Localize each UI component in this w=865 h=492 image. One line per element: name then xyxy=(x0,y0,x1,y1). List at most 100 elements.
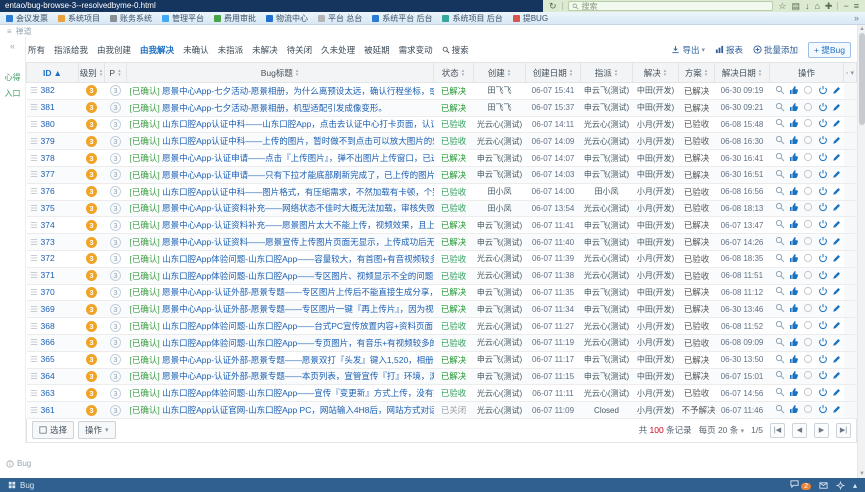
activate-icon[interactable] xyxy=(817,202,828,214)
filter-tab-指派给我[interactable]: 指派给我 xyxy=(54,44,88,56)
table-row[interactable]: 378 3 3 [已确认] 愿景中心App-认证申请——点击『上传图片』，弹不出… xyxy=(27,150,857,167)
edit-icon[interactable] xyxy=(831,370,842,382)
view-icon[interactable] xyxy=(774,320,785,332)
bug-id-link[interactable]: 378 xyxy=(41,153,55,163)
bug-title-link[interactable]: [已确认] 山东口腔App认证中科——图片格式，有压缩需求，不然加载有卡顿，个别… xyxy=(130,187,434,197)
confirm-icon[interactable] xyxy=(788,286,799,298)
batch-action-dropdown[interactable]: 操作▾ xyxy=(78,421,116,439)
per-page-select[interactable]: 每页 20 条 ▾ xyxy=(699,424,745,436)
edit-icon[interactable] xyxy=(831,118,842,130)
table-row[interactable]: 372 3 3 [已确认] 山东口腔App体验问题-山东口腔App——容量较大，… xyxy=(27,250,857,267)
view-icon[interactable] xyxy=(774,337,785,349)
bug-id-link[interactable]: 379 xyxy=(41,136,55,146)
table-row[interactable]: 363 3 3 [已确认] 山东口腔App体验问题-山东口腔App——宣传『变更… xyxy=(27,385,857,402)
bug-title-link[interactable]: [已确认] 愿景中心App-认证外部-愿景专题——专区图片上传后不能直接生成分享… xyxy=(130,287,434,297)
bug-title-link[interactable]: [已确认] 愿景中心App-认证资料补充——网络状态不佳时大概无法加载，审核失败… xyxy=(130,203,434,213)
confirm-icon[interactable] xyxy=(788,219,799,231)
confirm-icon[interactable] xyxy=(788,354,799,366)
view-icon[interactable] xyxy=(774,270,785,282)
activate-icon[interactable] xyxy=(817,404,828,416)
col-header-opened-by[interactable]: 创建▲▼ xyxy=(474,63,526,83)
scroll-down-icon[interactable]: ▼ xyxy=(858,470,865,478)
report-button[interactable]: 报表 xyxy=(715,44,743,56)
filter-tab-所有[interactable]: 所有 xyxy=(28,44,45,56)
bug-id-link[interactable]: 373 xyxy=(41,237,55,247)
view-icon[interactable] xyxy=(774,354,785,366)
edit-icon[interactable] xyxy=(831,286,842,298)
bug-title-link[interactable]: [已确认] 愿景中心App-认证资料补充——愿景图片太大不能上传，视频效果，且上… xyxy=(130,220,434,230)
table-row[interactable]: 373 3 3 [已确认] 愿景中心App-认证资料——愿景宣传上传图片页面无显… xyxy=(27,234,857,251)
activate-icon[interactable] xyxy=(817,303,828,315)
edit-icon[interactable] xyxy=(831,337,842,349)
activate-icon[interactable] xyxy=(817,118,828,130)
table-row[interactable]: 368 3 3 [已确认] 山东口腔App体验问题-山东口腔App——台式PC宣… xyxy=(27,318,857,335)
view-icon[interactable] xyxy=(774,286,785,298)
col-header-resolved-by[interactable]: 解决▲▼ xyxy=(633,63,679,83)
col-header-id[interactable]: ID▲ xyxy=(27,63,79,83)
view-icon[interactable] xyxy=(774,152,785,164)
bug-title-link[interactable]: [已确认] 愿景中心App-认证资料——愿景宣传上传图片页面无显示，上传成功后无… xyxy=(130,237,434,247)
table-row[interactable]: 366 3 3 [已确认] 山东口腔App体验问题-山东口腔App——专页图片，… xyxy=(27,334,857,351)
edit-icon[interactable] xyxy=(831,135,842,147)
bug-id-link[interactable]: 361 xyxy=(41,405,55,415)
bug-title-link[interactable]: [已确认] 愿景中心App-认证外部-愿景专题——专区图片一键『再上传片』，因为… xyxy=(130,304,434,314)
col-header-title[interactable]: Bug标题▲▼ xyxy=(127,63,434,83)
filter-tab-需求变动[interactable]: 需求变动 xyxy=(399,44,433,56)
bug-id-link[interactable]: 381 xyxy=(41,102,55,112)
confirm-icon[interactable] xyxy=(788,270,799,282)
bug-id-link[interactable]: 382 xyxy=(41,85,55,95)
minimize-icon[interactable]: − xyxy=(843,1,848,11)
edit-icon[interactable] xyxy=(831,387,842,399)
confirm-icon[interactable] xyxy=(788,169,799,181)
confirm-icon[interactable] xyxy=(788,118,799,130)
bug-id-link[interactable]: 365 xyxy=(41,354,55,364)
first-page-button[interactable]: |◀ xyxy=(770,423,785,438)
bug-title-link[interactable]: [已确认] 愿景中心App-认证申请——点击『上传图片』，弹不出图片上传窗口，已… xyxy=(130,153,434,163)
scrollbar-thumb[interactable] xyxy=(859,33,865,125)
edit-icon[interactable] xyxy=(831,303,842,315)
browser-search-input[interactable]: 搜索 xyxy=(568,1,774,11)
table-row[interactable]: 376 3 3 [已确认] 山东口腔App认证中科——图片格式，有压缩需求，不然… xyxy=(27,183,857,200)
collapse-footer-icon[interactable]: ▴ xyxy=(853,481,857,490)
view-icon[interactable] xyxy=(774,186,785,198)
bug-title-link[interactable]: [已确认] 山东口腔App体验问题-山东口腔App——容量较大，有首图+有音视频… xyxy=(130,254,434,264)
table-row[interactable]: 374 3 3 [已确认] 愿景中心App-认证资料补充——愿景图片太大不能上传… xyxy=(27,217,857,234)
edit-icon[interactable] xyxy=(831,354,842,366)
table-row[interactable]: 364 3 3 [已确认] 愿景中心App-认证外部-愿景专题——本页列表，宣管… xyxy=(27,368,857,385)
bug-title-link[interactable]: [已确认] 山东口腔App体验问题-山东口腔App——台式PC宣传放置内容+资料… xyxy=(130,321,434,331)
view-icon[interactable] xyxy=(774,404,785,416)
bug-id-link[interactable]: 368 xyxy=(41,321,55,331)
view-icon[interactable] xyxy=(774,202,785,214)
edit-icon[interactable] xyxy=(831,320,842,332)
edit-icon[interactable] xyxy=(831,236,842,248)
confirm-icon[interactable] xyxy=(788,320,799,332)
bookmark-item[interactable]: 管理平台 xyxy=(162,13,204,24)
mail-icon[interactable] xyxy=(819,481,828,490)
message-button[interactable]: 2 xyxy=(790,479,811,491)
col-header-resolved-date[interactable]: 解决日期▲▼ xyxy=(715,63,770,83)
export-button[interactable]: 导出▾ xyxy=(671,44,705,56)
confirm-icon[interactable] xyxy=(788,404,799,416)
edit-icon[interactable] xyxy=(831,404,842,416)
sidebar-item[interactable]: 心得 xyxy=(5,72,21,83)
column-settings-button[interactable]: ▾ xyxy=(844,63,857,83)
bug-title-link[interactable]: [已确认] 山东口腔App认证官网-山东口腔App PC，网站输入4H8后，网站… xyxy=(130,405,434,415)
menu-icon[interactable]: ≡ xyxy=(854,1,859,11)
activate-icon[interactable] xyxy=(817,253,828,265)
activate-icon[interactable] xyxy=(817,135,828,147)
activate-icon[interactable] xyxy=(817,236,828,248)
view-icon[interactable] xyxy=(774,253,785,265)
table-row[interactable]: 375 3 3 [已确认] 愿景中心App-认证资料补充——网络状态不佳时大概无… xyxy=(27,200,857,217)
edit-icon[interactable] xyxy=(831,152,842,164)
bug-title-link[interactable]: [已确认] 愿景中心App-七夕活动-愿景相册，为什么离预设太远，确认行程坐标，… xyxy=(130,86,434,96)
activate-icon[interactable] xyxy=(817,270,828,282)
table-row[interactable]: 379 3 3 [已确认] 山东口腔App认证中科——上传的图片，暂时做不到点击… xyxy=(27,133,857,150)
view-icon[interactable] xyxy=(774,236,785,248)
app-tab-bug[interactable]: Bug xyxy=(20,481,34,490)
activate-icon[interactable] xyxy=(817,85,828,97)
table-row[interactable]: 381 3 3 [已确认] 愿景中心App-七夕活动-愿景相册，机型适配引发成像… xyxy=(27,99,857,116)
bug-title-link[interactable]: [已确认] 愿景中心App-七夕活动-愿景相册，机型适配引发成像变形。 xyxy=(130,103,387,113)
activate-icon[interactable] xyxy=(817,354,828,366)
bug-id-link[interactable]: 371 xyxy=(41,270,55,280)
confirm-icon[interactable] xyxy=(788,202,799,214)
